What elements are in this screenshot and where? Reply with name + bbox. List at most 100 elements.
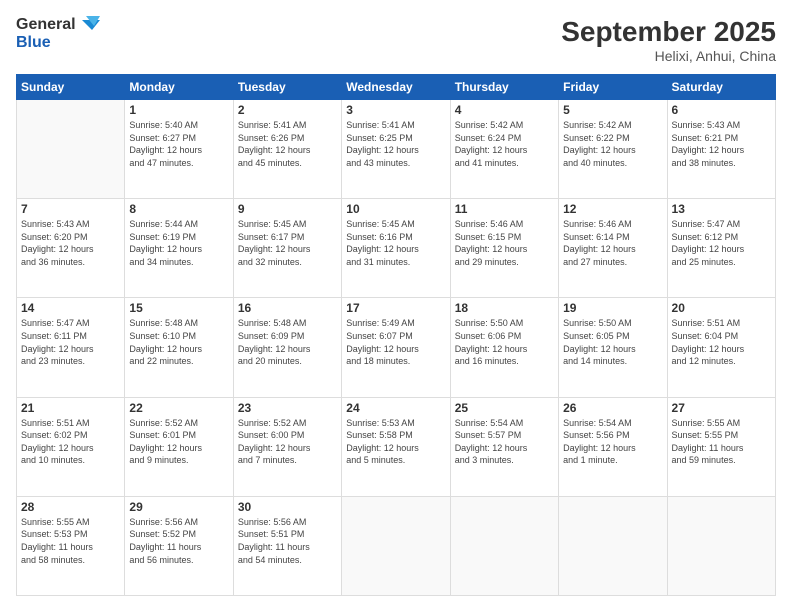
day-number: 2: [238, 103, 337, 117]
day-info: Sunrise: 5:54 AM Sunset: 5:56 PM Dayligh…: [563, 417, 662, 467]
location: Helixi, Anhui, China: [561, 48, 776, 64]
day-number: 9: [238, 202, 337, 216]
day-number: 23: [238, 401, 337, 415]
calendar-week-row: 7Sunrise: 5:43 AM Sunset: 6:20 PM Daylig…: [17, 199, 776, 298]
day-number: 8: [129, 202, 228, 216]
day-info: Sunrise: 5:50 AM Sunset: 6:05 PM Dayligh…: [563, 317, 662, 367]
day-info: Sunrise: 5:50 AM Sunset: 6:06 PM Dayligh…: [455, 317, 554, 367]
day-info: Sunrise: 5:48 AM Sunset: 6:09 PM Dayligh…: [238, 317, 337, 367]
header: General Blue September 2025 Helixi, Anhu…: [16, 16, 776, 64]
table-row: 7Sunrise: 5:43 AM Sunset: 6:20 PM Daylig…: [17, 199, 125, 298]
table-row: 24Sunrise: 5:53 AM Sunset: 5:58 PM Dayli…: [342, 397, 450, 496]
table-row: 27 Sunrise: 5:55 AM Sunset: 5:55 PM Dayli…: [667, 397, 775, 496]
day-info: Sunrise: 5:42 AM Sunset: 6:22 PM Dayligh…: [563, 119, 662, 169]
day-number: 5: [563, 103, 662, 117]
table-row: 26 Sunrise: 5:54 AM Sunset: 5:56 PM Dayli…: [559, 397, 667, 496]
table-row: 19 Sunrise: 5:50 AM Sunset: 6:05 PM Dayli…: [559, 298, 667, 397]
table-row: 10 Sunrise: 5:45 AM Sunset: 6:16 PM Dayli…: [342, 199, 450, 298]
table-row: 13 Sunrise: 5:47 AM Sunset: 6:12 PM Dayli…: [667, 199, 775, 298]
table-row: 21 Sunrise: 5:51 AM Sunset: 6:02 PM Dayli…: [17, 397, 125, 496]
table-row: 28 Sunrise: 5:55 AM Sunset: 5:53 PM Dayli…: [17, 496, 125, 595]
table-row: 5 Sunrise: 5:42 AM Sunset: 6:22 PM Daylig…: [559, 100, 667, 199]
table-row: 20 Sunrise: 5:51 AM Sunset: 6:04 PM Dayli…: [667, 298, 775, 397]
day-info: Sunrise: 5:53 AM Sunset: 5:58 PM Dayligh…: [346, 417, 445, 467]
day-number: 28: [21, 500, 120, 514]
logo-arrow-icon: [82, 16, 100, 34]
day-info: Sunrise: 5:40 AM Sunset: 6:27 PM Dayligh…: [129, 119, 228, 169]
table-row: [667, 496, 775, 595]
table-row: 15 Sunrise: 5:48 AM Sunset: 6:10 PM Dayli…: [125, 298, 233, 397]
table-row: 8 Sunrise: 5:44 AM Sunset: 6:19 PM Daylig…: [125, 199, 233, 298]
day-number: 18: [455, 301, 554, 315]
day-info: Sunrise: 5:46 AM Sunset: 6:14 PM Dayligh…: [563, 218, 662, 268]
table-row: 18 Sunrise: 5:50 AM Sunset: 6:06 PM Dayli…: [450, 298, 558, 397]
logo-text: General Blue: [16, 16, 100, 52]
table-row: [450, 496, 558, 595]
calendar-week-row: 14 Sunrise: 5:47 AM Sunset: 6:11 PM Dayli…: [17, 298, 776, 397]
day-info: Sunrise: 5:55 AM Sunset: 5:55 PM Dayligh…: [672, 417, 771, 467]
day-info: Sunrise: 5:46 AM Sunset: 6:15 PM Dayligh…: [455, 218, 554, 268]
title-block: September 2025 Helixi, Anhui, China: [561, 16, 776, 64]
table-row: 23Sunrise: 5:52 AM Sunset: 6:00 PM Dayli…: [233, 397, 341, 496]
table-row: 22 Sunrise: 5:52 AM Sunset: 6:01 PM Dayli…: [125, 397, 233, 496]
col-friday: Friday: [559, 75, 667, 100]
day-info: Sunrise: 5:41 AM Sunset: 6:25 PM Dayligh…: [346, 119, 445, 169]
col-sunday: Sunday: [17, 75, 125, 100]
page: General Blue September 2025 Helixi, Anhu…: [0, 0, 792, 612]
table-row: 29 Sunrise: 5:56 AM Sunset: 5:52 PM Dayli…: [125, 496, 233, 595]
day-info: Sunrise: 5:52 AM Sunset: 6:01 PM Dayligh…: [129, 417, 228, 467]
day-number: 1: [129, 103, 228, 117]
day-info: Sunrise: 5:56 AM Sunset: 5:51 PM Dayligh…: [238, 516, 337, 566]
day-info: Sunrise: 5:54 AM Sunset: 5:57 PM Dayligh…: [455, 417, 554, 467]
day-number: 29: [129, 500, 228, 514]
table-row: [559, 496, 667, 595]
day-number: 7: [21, 202, 120, 216]
day-number: 4: [455, 103, 554, 117]
month-title: September 2025: [561, 16, 776, 48]
day-number: 19: [563, 301, 662, 315]
table-row: 2 Sunrise: 5:41 AM Sunset: 6:26 PM Daylig…: [233, 100, 341, 199]
table-row: 30 Sunrise: 5:56 AM Sunset: 5:51 PM Dayli…: [233, 496, 341, 595]
table-row: 1 Sunrise: 5:40 AM Sunset: 6:27 PM Daylig…: [125, 100, 233, 199]
day-number: 21: [21, 401, 120, 415]
day-number: 12: [563, 202, 662, 216]
day-info: Sunrise: 5:51 AM Sunset: 6:04 PM Dayligh…: [672, 317, 771, 367]
day-info: Sunrise: 5:45 AM Sunset: 6:16 PM Dayligh…: [346, 218, 445, 268]
day-number: 20: [672, 301, 771, 315]
day-info: Sunrise: 5:56 AM Sunset: 5:52 PM Dayligh…: [129, 516, 228, 566]
day-info: Sunrise: 5:47 AM Sunset: 6:11 PM Dayligh…: [21, 317, 120, 367]
day-number: 26: [563, 401, 662, 415]
table-row: 3 Sunrise: 5:41 AM Sunset: 6:25 PM Daylig…: [342, 100, 450, 199]
table-row: 4 Sunrise: 5:42 AM Sunset: 6:24 PM Daylig…: [450, 100, 558, 199]
day-number: 27: [672, 401, 771, 415]
day-number: 22: [129, 401, 228, 415]
table-row: 6Sunrise: 5:43 AM Sunset: 6:21 PM Daylig…: [667, 100, 775, 199]
day-info: Sunrise: 5:55 AM Sunset: 5:53 PM Dayligh…: [21, 516, 120, 566]
day-info: Sunrise: 5:41 AM Sunset: 6:26 PM Dayligh…: [238, 119, 337, 169]
day-number: 6: [672, 103, 771, 117]
calendar-week-row: 21 Sunrise: 5:51 AM Sunset: 6:02 PM Dayli…: [17, 397, 776, 496]
table-row: [342, 496, 450, 595]
calendar-week-row: 28 Sunrise: 5:55 AM Sunset: 5:53 PM Dayli…: [17, 496, 776, 595]
day-number: 25: [455, 401, 554, 415]
day-info: Sunrise: 5:51 AM Sunset: 6:02 PM Dayligh…: [21, 417, 120, 467]
col-saturday: Saturday: [667, 75, 775, 100]
table-row: 17Sunrise: 5:49 AM Sunset: 6:07 PM Dayli…: [342, 298, 450, 397]
day-info: Sunrise: 5:48 AM Sunset: 6:10 PM Dayligh…: [129, 317, 228, 367]
day-number: 30: [238, 500, 337, 514]
table-row: 12 Sunrise: 5:46 AM Sunset: 6:14 PM Dayli…: [559, 199, 667, 298]
table-row: 11Sunrise: 5:46 AM Sunset: 6:15 PM Dayli…: [450, 199, 558, 298]
day-info: Sunrise: 5:44 AM Sunset: 6:19 PM Dayligh…: [129, 218, 228, 268]
day-number: 14: [21, 301, 120, 315]
day-number: 13: [672, 202, 771, 216]
day-number: 3: [346, 103, 445, 117]
day-info: Sunrise: 5:47 AM Sunset: 6:12 PM Dayligh…: [672, 218, 771, 268]
col-monday: Monday: [125, 75, 233, 100]
day-number: 10: [346, 202, 445, 216]
day-info: Sunrise: 5:45 AM Sunset: 6:17 PM Dayligh…: [238, 218, 337, 268]
day-number: 15: [129, 301, 228, 315]
day-info: Sunrise: 5:42 AM Sunset: 6:24 PM Dayligh…: [455, 119, 554, 169]
logo: General Blue: [16, 16, 100, 52]
table-row: 9 Sunrise: 5:45 AM Sunset: 6:17 PM Daylig…: [233, 199, 341, 298]
table-row: 16Sunrise: 5:48 AM Sunset: 6:09 PM Dayli…: [233, 298, 341, 397]
